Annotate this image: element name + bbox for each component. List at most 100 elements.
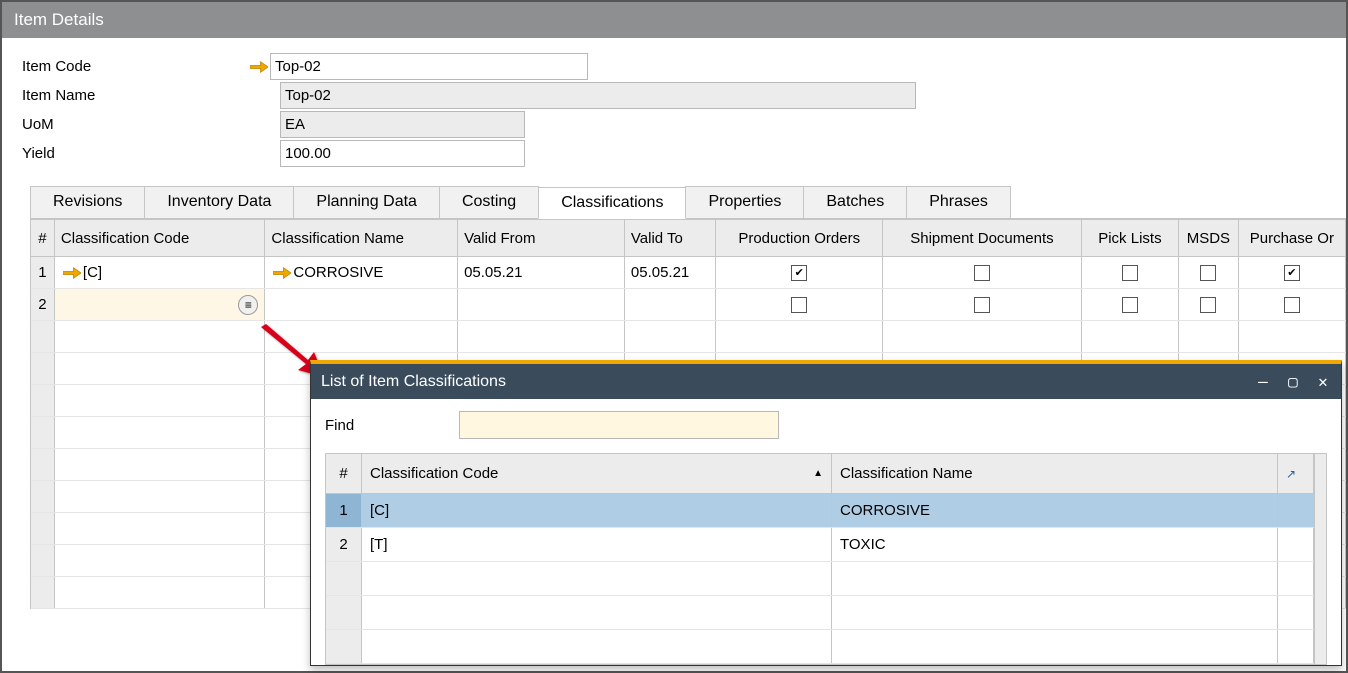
tab-classifications[interactable]: Classifications xyxy=(538,187,686,219)
popup-title-bar[interactable]: List of Item Classifications — ▢ ✕ xyxy=(311,364,1341,399)
col-header-pick-lists[interactable]: Pick Lists xyxy=(1082,220,1179,256)
checkbox-icon[interactable] xyxy=(1122,297,1138,313)
popup-row-code: [C] xyxy=(362,494,832,527)
row-link-arrow-icon[interactable] xyxy=(271,262,293,284)
popup-col-code-text: Classification Code xyxy=(370,465,498,482)
popup-col-num[interactable]: # xyxy=(326,454,362,493)
yield-input[interactable] xyxy=(280,140,525,167)
cell-valid-from[interactable] xyxy=(458,289,625,320)
item-code-link-arrow-icon[interactable] xyxy=(248,56,270,78)
cell-valid-from[interactable]: 05.05.21 xyxy=(458,257,625,288)
row-num[interactable]: 2 xyxy=(31,289,55,320)
popup-scrollbar[interactable] xyxy=(1314,454,1326,664)
cell-focus-marker xyxy=(55,289,77,320)
col-header-code[interactable]: Classification Code xyxy=(55,220,266,256)
col-header-valid-to[interactable]: Valid To xyxy=(625,220,716,256)
item-name-input xyxy=(280,82,916,109)
grid-row[interactable]: 2 ≡ xyxy=(31,289,1346,321)
popup-row-num: 2 xyxy=(326,528,362,561)
checkbox-icon[interactable] xyxy=(974,265,990,281)
checkbox-icon[interactable] xyxy=(1200,297,1216,313)
popup-row-name: CORROSIVE xyxy=(832,494,1278,527)
popup-grid-header: # Classification Code ▲ Classification N… xyxy=(326,454,1314,494)
popup-col-expand[interactable]: ↗ xyxy=(1278,454,1314,493)
window-title: Item Details xyxy=(14,10,104,29)
cell-prod-orders[interactable] xyxy=(716,257,883,288)
checkbox-icon[interactable] xyxy=(1200,265,1216,281)
cell-name[interactable]: CORROSIVE xyxy=(265,257,458,288)
checkbox-icon[interactable] xyxy=(1284,265,1300,281)
popup-row-empty xyxy=(326,630,1314,664)
close-icon[interactable]: ✕ xyxy=(1315,372,1331,391)
cell-pick-lists[interactable] xyxy=(1082,289,1179,320)
cell-code[interactable]: [C] xyxy=(55,257,266,288)
popup-col-code[interactable]: Classification Code ▲ xyxy=(362,454,832,493)
expand-icon: ↗ xyxy=(1286,467,1296,481)
tab-properties[interactable]: Properties xyxy=(685,186,804,218)
find-label: Find xyxy=(325,417,459,434)
col-header-valid-from[interactable]: Valid From xyxy=(458,220,625,256)
window-title-bar: Item Details xyxy=(2,2,1346,38)
uom-input xyxy=(280,111,525,138)
tab-bar: Revisions Inventory Data Planning Data C… xyxy=(30,186,1346,219)
checkbox-icon[interactable] xyxy=(791,297,807,313)
cell-ship-docs[interactable] xyxy=(883,289,1082,320)
cell-msds[interactable] xyxy=(1179,257,1239,288)
classifications-lookup-dialog: List of Item Classifications — ▢ ✕ Find … xyxy=(310,360,1342,666)
col-header-purch-orders[interactable]: Purchase Or xyxy=(1239,220,1346,256)
row-num[interactable]: 1 xyxy=(31,257,55,288)
uom-label: UoM xyxy=(20,116,248,133)
cell-purch-orders[interactable] xyxy=(1239,257,1346,288)
cell-valid-to[interactable]: 05.05.21 xyxy=(625,257,716,288)
checkbox-icon[interactable] xyxy=(791,265,807,281)
cell-name[interactable] xyxy=(265,289,458,320)
popup-title: List of Item Classifications xyxy=(321,373,506,391)
tab-batches[interactable]: Batches xyxy=(803,186,907,218)
col-header-ship-docs[interactable]: Shipment Documents xyxy=(883,220,1082,256)
item-code-input[interactable] xyxy=(270,53,588,80)
popup-row[interactable]: 1 [C] CORROSIVE xyxy=(326,494,1314,528)
cell-purch-orders[interactable] xyxy=(1239,289,1346,320)
popup-row-num: 1 xyxy=(326,494,362,527)
tab-revisions[interactable]: Revisions xyxy=(30,186,145,218)
sort-asc-icon: ▲ xyxy=(813,468,823,479)
popup-row-empty xyxy=(326,562,1314,596)
cell-ship-docs[interactable] xyxy=(883,257,1082,288)
popup-col-name[interactable]: Classification Name xyxy=(832,454,1278,493)
cell-pick-lists[interactable] xyxy=(1082,257,1179,288)
cell-valid-to[interactable] xyxy=(625,289,716,320)
tab-phrases[interactable]: Phrases xyxy=(906,186,1011,218)
popup-grid: # Classification Code ▲ Classification N… xyxy=(325,453,1327,665)
popup-row-empty xyxy=(326,596,1314,630)
popup-row[interactable]: 2 [T] TOXIC xyxy=(326,528,1314,562)
cell-code[interactable]: ≡ xyxy=(55,289,266,320)
cell-name-text: CORROSIVE xyxy=(293,264,383,281)
grid-row[interactable]: 1 [C] CORROSIVE 05.05.21 05.05.21 xyxy=(31,257,1346,289)
col-header-msds[interactable]: MSDS xyxy=(1179,220,1239,256)
tab-costing[interactable]: Costing xyxy=(439,186,539,218)
cell-prod-orders[interactable] xyxy=(716,289,883,320)
popup-col-name-text: Classification Name xyxy=(840,465,973,482)
col-header-num[interactable]: # xyxy=(31,220,55,256)
tab-planning-data[interactable]: Planning Data xyxy=(293,186,440,218)
item-name-label: Item Name xyxy=(20,87,248,104)
lookup-button[interactable]: ≡ xyxy=(238,295,258,315)
find-input[interactable] xyxy=(459,411,779,439)
popup-row-code: [T] xyxy=(362,528,832,561)
popup-row-name: TOXIC xyxy=(832,528,1278,561)
cell-msds[interactable] xyxy=(1179,289,1239,320)
grid-header-row: # Classification Code Classification Nam… xyxy=(31,219,1346,257)
header-fields: Item Code Item Name UoM Yield xyxy=(2,38,1346,176)
maximize-icon[interactable]: ▢ xyxy=(1285,372,1301,391)
col-header-prod-orders[interactable]: Production Orders xyxy=(716,220,883,256)
grid-row-empty xyxy=(31,321,1346,353)
checkbox-icon[interactable] xyxy=(1284,297,1300,313)
row-link-arrow-icon[interactable] xyxy=(61,262,83,284)
tab-inventory-data[interactable]: Inventory Data xyxy=(144,186,294,218)
checkbox-icon[interactable] xyxy=(974,297,990,313)
item-code-label: Item Code xyxy=(20,58,248,75)
col-header-name[interactable]: Classification Name xyxy=(265,220,458,256)
checkbox-icon[interactable] xyxy=(1122,265,1138,281)
cell-code-text: [C] xyxy=(83,264,102,281)
minimize-icon[interactable]: — xyxy=(1255,372,1271,391)
